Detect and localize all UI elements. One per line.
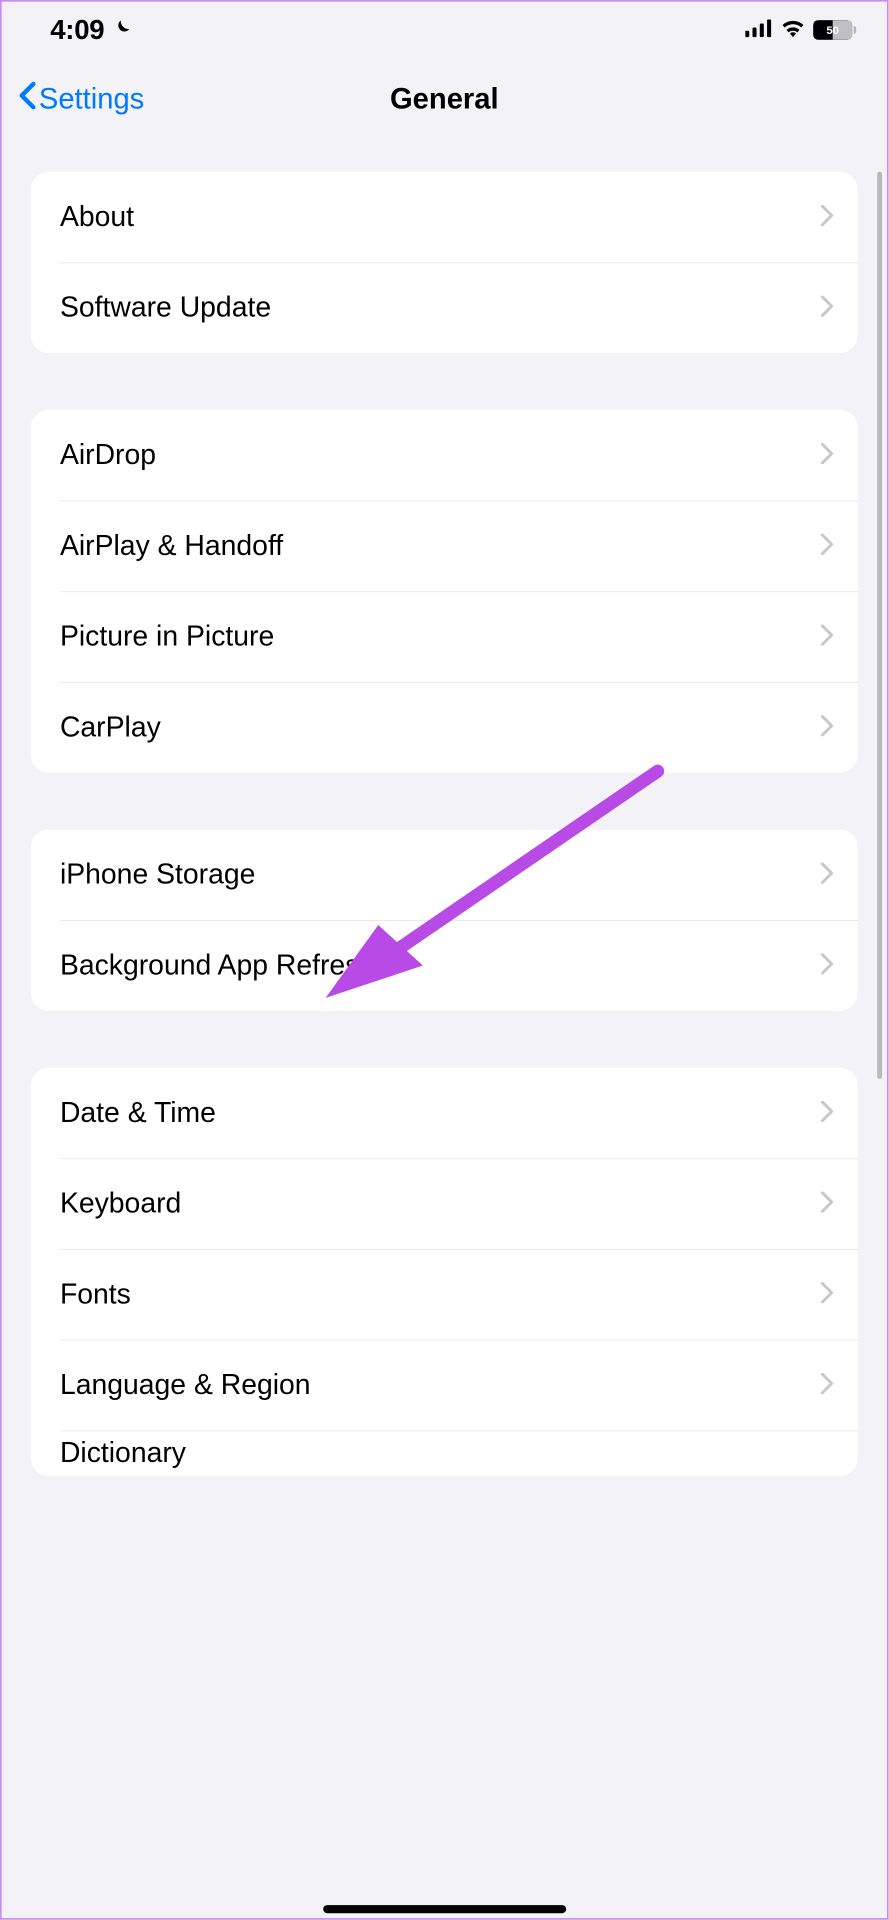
status-left: 4:09 — [50, 14, 132, 46]
back-button[interactable]: Settings — [10, 72, 153, 125]
row-label: iPhone Storage — [60, 859, 821, 891]
row-label: CarPlay — [60, 711, 821, 743]
nav-header: Settings General — [2, 58, 887, 139]
row-language-region[interactable]: Language & Region — [31, 1340, 858, 1431]
status-time: 4:09 — [50, 14, 104, 46]
chevron-right-icon — [821, 205, 834, 230]
settings-group: About Software Update — [31, 172, 858, 353]
row-iphone-storage[interactable]: iPhone Storage — [31, 829, 858, 920]
row-picture-in-picture[interactable]: Picture in Picture — [31, 591, 858, 682]
chevron-right-icon — [821, 1373, 834, 1398]
settings-group: AirDrop AirPlay & Handoff Picture in Pic… — [31, 410, 858, 773]
chevron-right-icon — [821, 953, 834, 978]
chevron-right-icon — [821, 624, 834, 649]
row-date-time[interactable]: Date & Time — [31, 1068, 858, 1159]
content: About Software Update AirDrop AirPlay & … — [2, 139, 887, 1476]
moon-icon — [111, 14, 132, 46]
back-label: Settings — [39, 82, 144, 116]
row-airplay-handoff[interactable]: AirPlay & Handoff — [31, 501, 858, 592]
row-label: About — [60, 201, 821, 233]
battery-icon: 50 — [813, 20, 856, 39]
chevron-right-icon — [821, 1282, 834, 1307]
row-label: Dictionary — [60, 1437, 834, 1469]
row-carplay[interactable]: CarPlay — [31, 682, 858, 773]
status-bar: 4:09 50 — [2, 2, 887, 59]
row-label: Software Update — [60, 292, 821, 324]
chevron-right-icon — [821, 1100, 834, 1125]
row-label: AirDrop — [60, 439, 821, 471]
row-label: Background App Refresh — [60, 949, 821, 981]
chevron-right-icon — [821, 1191, 834, 1216]
battery-percent: 50 — [813, 20, 852, 39]
row-background-app-refresh[interactable]: Background App Refresh — [31, 920, 858, 1011]
chevron-left-icon — [18, 81, 37, 117]
row-label: Picture in Picture — [60, 620, 821, 652]
chevron-right-icon — [821, 533, 834, 558]
row-dictionary[interactable]: Dictionary — [31, 1430, 858, 1475]
scroll-indicator[interactable] — [877, 172, 882, 1079]
row-airdrop[interactable]: AirDrop — [31, 410, 858, 501]
home-indicator[interactable] — [323, 1905, 566, 1913]
row-software-update[interactable]: Software Update — [31, 262, 858, 353]
status-right: 50 — [745, 19, 856, 41]
chevron-right-icon — [821, 443, 834, 468]
wifi-icon — [781, 19, 805, 41]
chevron-right-icon — [821, 295, 834, 320]
row-about[interactable]: About — [31, 172, 858, 263]
settings-group: Date & Time Keyboard Fonts Language & Re… — [31, 1068, 858, 1476]
row-label: Date & Time — [60, 1097, 821, 1129]
row-label: Keyboard — [60, 1187, 821, 1219]
settings-group: iPhone Storage Background App Refresh — [31, 829, 858, 1010]
cellular-signal-icon — [745, 19, 773, 41]
row-keyboard[interactable]: Keyboard — [31, 1158, 858, 1249]
row-fonts[interactable]: Fonts — [31, 1249, 858, 1340]
chevron-right-icon — [821, 715, 834, 740]
row-label: Fonts — [60, 1278, 821, 1310]
row-label: Language & Region — [60, 1369, 821, 1401]
row-label: AirPlay & Handoff — [60, 530, 821, 562]
page-title: General — [390, 82, 499, 116]
chevron-right-icon — [821, 862, 834, 887]
